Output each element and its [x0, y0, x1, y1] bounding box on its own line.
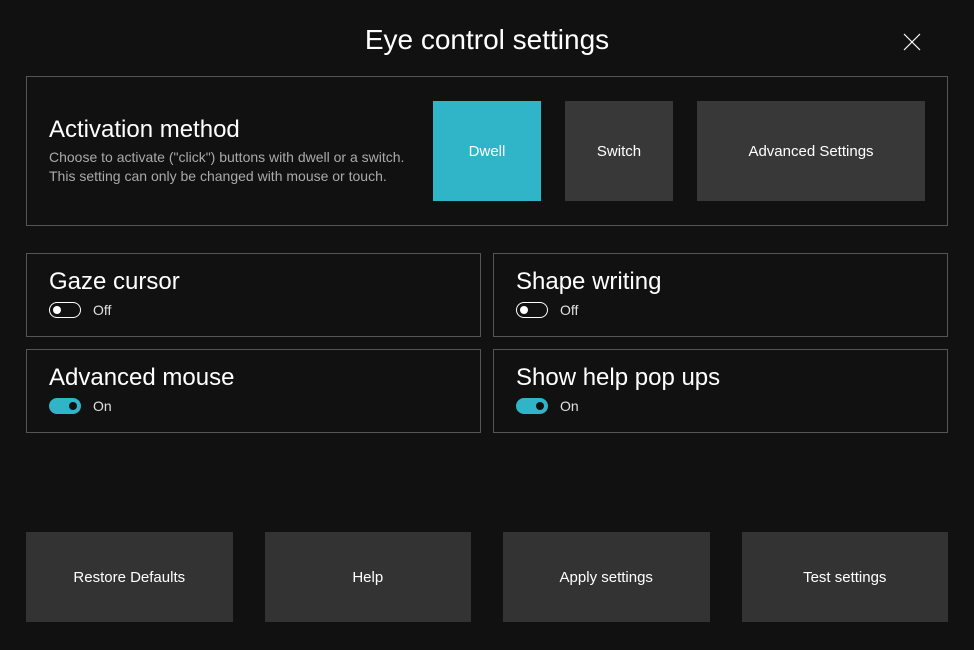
toggle-row-2: Advanced mouse On Show help pop ups On [26, 349, 948, 433]
shape-writing-card: Shape writing Off [493, 253, 948, 337]
header: Eye control settings [0, 0, 974, 76]
gaze-cursor-card: Gaze cursor Off [26, 253, 481, 337]
shape-writing-toggle[interactable] [516, 302, 548, 318]
activation-method-text: Activation method Choose to activate ("c… [49, 116, 419, 186]
advanced-mouse-toggle[interactable] [49, 398, 81, 414]
shape-writing-state: Off [560, 302, 578, 318]
footer: Restore Defaults Help Apply settings Tes… [26, 532, 948, 622]
activation-method-buttons: Dwell Switch Advanced Settings [419, 101, 925, 201]
test-settings-button[interactable]: Test settings [742, 532, 949, 622]
toggle-knob-icon [53, 306, 61, 314]
gaze-cursor-title: Gaze cursor [49, 268, 458, 296]
show-help-popups-title: Show help pop ups [516, 364, 925, 392]
toggle-row-1: Gaze cursor Off Shape writing Off [26, 253, 948, 337]
toggle-knob-icon [69, 402, 77, 410]
toggle-knob-icon [536, 402, 544, 410]
close-button[interactable] [900, 30, 924, 54]
show-help-popups-state: On [560, 398, 579, 414]
switch-button[interactable]: Switch [565, 101, 673, 201]
shape-writing-title: Shape writing [516, 268, 925, 296]
toggle-knob-icon [520, 306, 528, 314]
show-help-popups-toggle[interactable] [516, 398, 548, 414]
apply-settings-button[interactable]: Apply settings [503, 532, 710, 622]
advanced-mouse-card: Advanced mouse On [26, 349, 481, 433]
gaze-cursor-toggle[interactable] [49, 302, 81, 318]
close-icon [903, 33, 921, 51]
page-title: Eye control settings [0, 24, 974, 56]
activation-method-title: Activation method [49, 116, 419, 144]
activation-method-card: Activation method Choose to activate ("c… [26, 76, 948, 226]
content: Activation method Choose to activate ("c… [0, 76, 974, 433]
restore-defaults-button[interactable]: Restore Defaults [26, 532, 233, 622]
activation-method-description: Choose to activate ("click") buttons wit… [49, 148, 419, 186]
gaze-cursor-state: Off [93, 302, 111, 318]
advanced-settings-button[interactable]: Advanced Settings [697, 101, 925, 201]
show-help-popups-card: Show help pop ups On [493, 349, 948, 433]
dwell-button[interactable]: Dwell [433, 101, 541, 201]
help-button[interactable]: Help [265, 532, 472, 622]
advanced-mouse-state: On [93, 398, 112, 414]
advanced-mouse-title: Advanced mouse [49, 364, 458, 392]
